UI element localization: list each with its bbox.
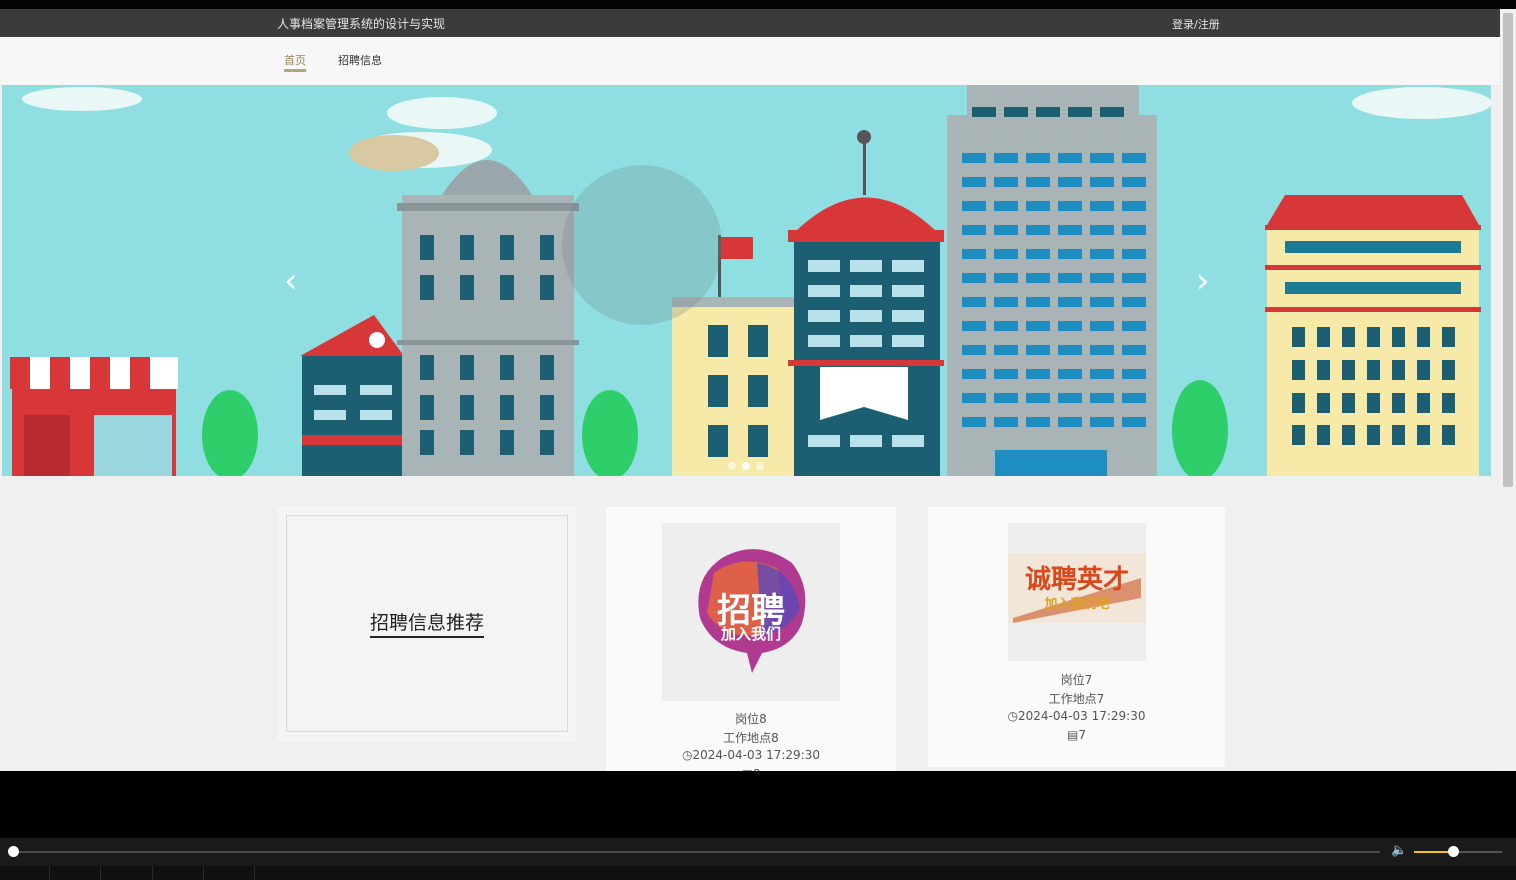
- job-image-subtext: 加入我们吧: [1044, 597, 1110, 612]
- job-count: 8: [753, 767, 761, 771]
- speaker-icon[interactable]: 🔈: [1391, 843, 1407, 858]
- job-image: 招聘 加入我们: [662, 523, 840, 701]
- job-time-row: ◷2024-04-03 17:29:30: [606, 748, 896, 762]
- carousel-prev-button[interactable]: ‹: [284, 261, 298, 301]
- job-image: 诚聘英才 加入我们吧: [1008, 523, 1146, 661]
- taskbar: [0, 866, 1516, 880]
- seek-handle[interactable]: [8, 846, 19, 857]
- main-nav: 首页 招聘信息: [0, 37, 1500, 86]
- recommend-section: 招聘信息推荐: [278, 507, 576, 741]
- job-time: 2024-04-03 17:29:30: [692, 748, 820, 762]
- job-count-row: ▤7: [928, 728, 1225, 742]
- scrollbar-thumb[interactable]: [1503, 13, 1513, 487]
- taskbar-slot[interactable]: [101, 866, 153, 880]
- carousel-next-button[interactable]: ›: [1196, 261, 1210, 301]
- job-name: 岗位8: [735, 712, 767, 726]
- carousel-dot-active[interactable]: [742, 462, 750, 470]
- job-location: 工作地点8: [723, 731, 779, 745]
- page-scrollbar[interactable]: [1500, 9, 1516, 771]
- top-edge: [0, 0, 1516, 9]
- clock-icon: ◷: [682, 748, 693, 762]
- job-card[interactable]: 招聘 加入我们 岗位8 工作地点8 ◷2024-04-03 17:29:30 ▤…: [606, 507, 896, 771]
- job-time: 2024-04-03 17:29:30: [1018, 709, 1146, 723]
- taskbar-slot[interactable]: [204, 866, 255, 880]
- job-card[interactable]: 诚聘英才 加入我们吧 岗位7 工作地点7 ◷2024-04-03 17:29:3…: [928, 507, 1225, 767]
- taskbar-slot[interactable]: [153, 866, 204, 880]
- nav-recruitment[interactable]: 招聘信息: [338, 52, 382, 68]
- job-location: 工作地点7: [1048, 692, 1105, 706]
- job-count: 7: [1078, 728, 1086, 742]
- view-count-icon: ▤: [742, 767, 753, 771]
- nav-home[interactable]: 首页: [284, 52, 306, 68]
- top-bar: 人事档案管理系统的设计与实现 登录/注册: [0, 9, 1500, 37]
- section-title: 招聘信息推荐: [369, 612, 484, 638]
- volume-handle[interactable]: [1448, 846, 1459, 857]
- carousel-indicators: [728, 455, 770, 474]
- city-illustration: [2, 85, 1491, 476]
- volume-level: [1414, 851, 1450, 853]
- nav-active-indicator: [284, 69, 306, 72]
- taskbar-slot[interactable]: [50, 866, 101, 880]
- job-time-row: ◷2024-04-03 17:29:30: [928, 709, 1225, 723]
- job-name: 岗位7: [1060, 673, 1093, 687]
- seek-bar[interactable]: [14, 851, 1380, 853]
- carousel-dot[interactable]: [728, 462, 736, 470]
- carousel-dot[interactable]: [756, 462, 764, 470]
- clock-icon: ◷: [1007, 709, 1019, 723]
- view-count-icon: ▤: [1067, 728, 1079, 742]
- job-count-row: ▤8: [606, 767, 896, 771]
- job-image-subtext: 加入我们: [720, 625, 781, 643]
- login-register-link[interactable]: 登录/注册: [1172, 16, 1220, 32]
- taskbar-slot[interactable]: [0, 866, 50, 880]
- browser-viewport: 人事档案管理系统的设计与实现 登录/注册 首页 招聘信息 ‹ › 招聘信息推荐 …: [0, 9, 1516, 771]
- site-title: 人事档案管理系统的设计与实现: [277, 17, 446, 31]
- section-title-wrap: 招聘信息推荐: [287, 608, 567, 638]
- job-image-text: 诚聘英才: [1024, 565, 1129, 595]
- banner-carousel[interactable]: ‹ ›: [2, 85, 1491, 476]
- recommend-title-box: 招聘信息推荐: [286, 515, 568, 732]
